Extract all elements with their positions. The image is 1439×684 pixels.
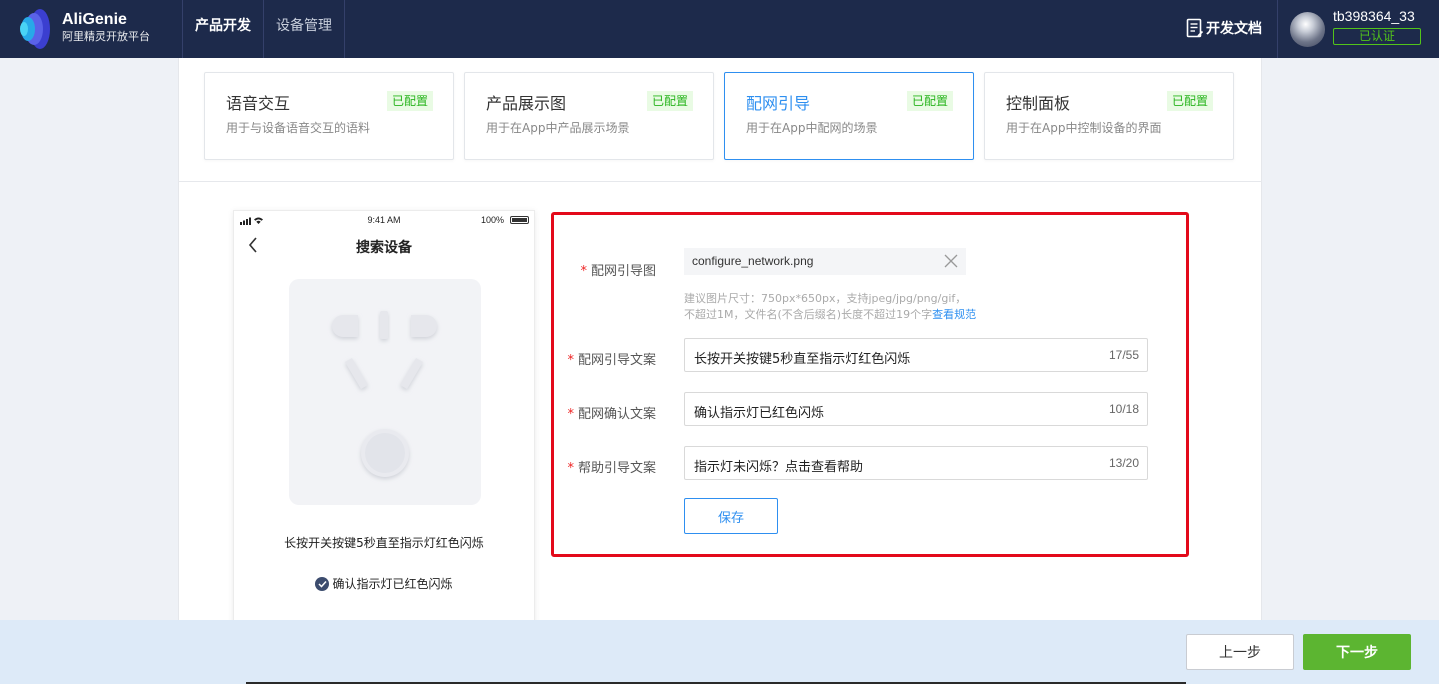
card-control-panel[interactable]: 控制面板 已配置 用于在App中控制设备的界面 xyxy=(984,72,1234,160)
hint-line-1: 建议图片尺寸：750px*650px，支持jpeg/jpg/png/gif， xyxy=(684,292,967,305)
card-voice-interaction[interactable]: 语音交互 已配置 用于与设备语音交互的语料 xyxy=(204,72,454,160)
phone-confirm-row: 确认指示灯已红色闪烁 xyxy=(234,575,534,592)
upload-hint: 建议图片尺寸：750px*650px，支持jpeg/jpg/png/gif， 不… xyxy=(684,291,976,323)
card-title: 语音交互 xyxy=(226,94,291,113)
battery-icon xyxy=(510,216,529,224)
card-desc: 用于在App中配网的场景 xyxy=(746,121,878,135)
power-socket-icon xyxy=(332,311,437,477)
input-value: 确认指示灯已红色闪烁 xyxy=(694,406,825,421)
main-nav: 产品开发 设备管理 xyxy=(182,0,345,58)
phone-guide-text: 长按开关按键5秒直至指示灯红色闪烁 xyxy=(284,536,484,550)
network-guide-form: * 配网引导图 configure_network.png 建议图片尺寸：750p… xyxy=(551,212,1189,557)
brand-name: AliGenie xyxy=(62,11,127,28)
battery-percent: 100% xyxy=(480,215,504,225)
brand[interactable]: AliGenie 阿里精灵开放平台 xyxy=(62,10,150,44)
top-header: AliGenie 阿里精灵开放平台 产品开发 设备管理 开发文档 tb39836… xyxy=(0,0,1439,58)
card-title: 产品展示图 xyxy=(486,94,567,113)
configured-badge: 已配置 xyxy=(646,91,693,111)
phone-confirm-text: 确认指示灯已红色闪烁 xyxy=(332,577,453,591)
username[interactable]: tb398364_33 xyxy=(1333,8,1415,24)
aligenie-logo[interactable] xyxy=(16,6,56,52)
nav-device-manage[interactable]: 设备管理 xyxy=(263,0,345,58)
phone-title: 搜索设备 xyxy=(356,240,412,256)
field-label: * 配网确认文案 xyxy=(567,407,656,422)
save-button[interactable]: 保存 xyxy=(684,498,778,534)
configured-badge: 已配置 xyxy=(1166,91,1213,111)
char-count: 13/20 xyxy=(1108,456,1139,470)
image-label: * 配网引导图 xyxy=(580,264,656,279)
phone-status-bar: 9:41 AM 100% xyxy=(234,214,534,228)
header-divider xyxy=(1277,0,1278,58)
hint-line-2: 不超过1M，文件名(不含后缀名)长度不超过19个字 xyxy=(684,308,933,321)
check-circle-icon xyxy=(315,576,330,591)
prev-step-button[interactable]: 上一步 xyxy=(1186,634,1294,670)
input-value: 长按开关按键5秒直至指示灯红色闪烁 xyxy=(694,352,911,367)
remove-file-icon[interactable] xyxy=(944,254,958,268)
card-network-guide[interactable]: 配网引导 已配置 用于在App中配网的场景 xyxy=(724,72,974,160)
file-name: configure_network.png xyxy=(692,254,814,268)
char-count: 17/55 xyxy=(1108,348,1139,362)
configured-badge: 已配置 xyxy=(386,91,433,111)
next-step-button[interactable]: 下一步 xyxy=(1303,634,1411,670)
field-label: * 配网引导文案 xyxy=(567,353,656,368)
card-title: 配网引导 xyxy=(746,94,811,113)
confirm-text-input[interactable]: 确认指示灯已红色闪烁 10/18 xyxy=(684,392,1148,426)
verified-badge: 已认证 xyxy=(1333,28,1421,45)
field-label: * 帮助引导文案 xyxy=(567,461,656,476)
input-value: 指示灯未闪烁？点击查看帮助 xyxy=(694,460,864,475)
configured-badge: 已配置 xyxy=(906,91,953,111)
help-text-input[interactable]: 指示灯未闪烁？点击查看帮助 13/20 xyxy=(684,446,1148,480)
card-desc: 用于在App中产品展示场景 xyxy=(486,121,630,135)
view-spec-link[interactable]: 查看规范 xyxy=(932,308,976,321)
card-product-image[interactable]: 产品展示图 已配置 用于在App中产品展示场景 xyxy=(464,72,714,160)
docs-link[interactable]: 开发文档 xyxy=(1186,18,1262,38)
guide-text-input[interactable]: 长按开关按键5秒直至指示灯红色闪烁 17/55 xyxy=(684,338,1148,372)
phone-preview: 9:41 AM 100% 搜索设备 长按开关按键5秒直至指示灯红色闪烁 确认指示… xyxy=(233,210,535,628)
socket-illustration xyxy=(289,279,481,505)
docs-label: 开发文档 xyxy=(1206,21,1262,37)
card-desc: 用于与设备语音交互的语料 xyxy=(226,121,371,135)
brand-subtitle: 阿里精灵开放平台 xyxy=(62,30,150,43)
section-divider xyxy=(178,181,1262,182)
card-desc: 用于在App中控制设备的界面 xyxy=(1006,121,1162,135)
document-icon xyxy=(1186,18,1204,38)
char-count: 10/18 xyxy=(1108,402,1139,416)
avatar[interactable] xyxy=(1290,12,1325,47)
nav-product-dev[interactable]: 产品开发 xyxy=(182,0,263,58)
uploaded-file[interactable]: configure_network.png xyxy=(684,248,966,275)
card-title: 控制面板 xyxy=(1006,94,1071,113)
